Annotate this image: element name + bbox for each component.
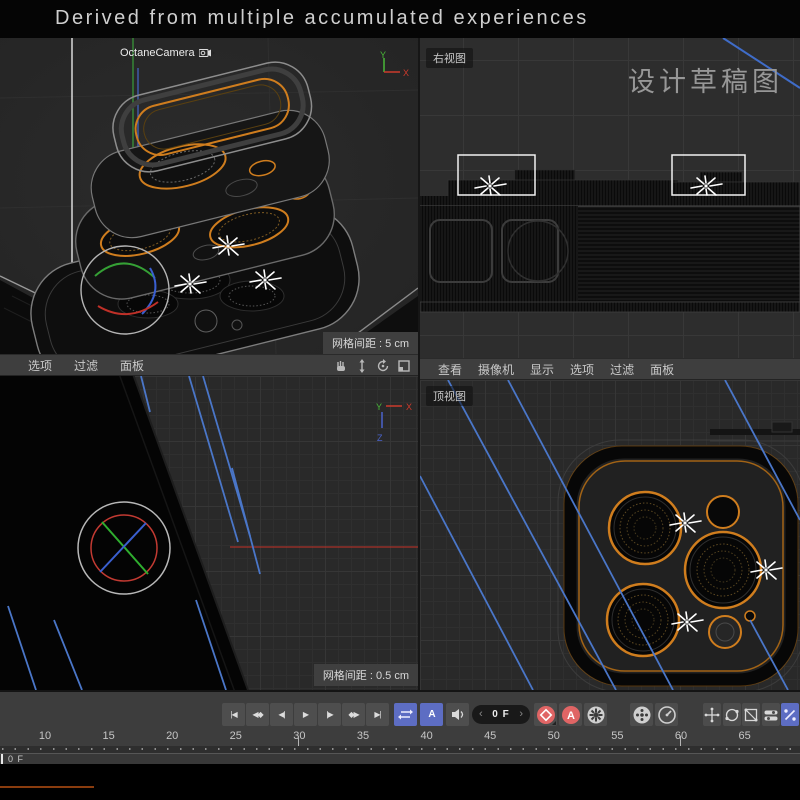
pan-hand-icon[interactable] <box>333 358 349 374</box>
menu-item[interactable]: 面板 <box>120 357 144 374</box>
transport-button[interactable]: |◀ <box>222 703 245 726</box>
loop-playback-button[interactable] <box>394 703 417 726</box>
ruler-number: 60 <box>675 730 687 742</box>
right-viewport-menubar: 查看摄像机显示选项过滤面板 <box>420 358 800 380</box>
ruler-number: 55 <box>611 730 623 742</box>
current-frame-field[interactable]: ‹ 0 F › <box>472 705 530 724</box>
zoom-arrows-icon[interactable] <box>354 358 370 374</box>
menu-item[interactable]: 面板 <box>650 361 674 378</box>
perspective-scene <box>0 38 418 354</box>
playhead[interactable] <box>1 754 3 764</box>
loop-icon <box>398 708 413 721</box>
move-tool-button[interactable] <box>703 703 721 726</box>
viewport-front-view[interactable]: Y X Z 网格间距 : 0.5 cm <box>0 376 418 690</box>
playback-options-button[interactable] <box>655 703 678 726</box>
top-view-scene <box>420 380 800 690</box>
keyframe-selection-button[interactable] <box>584 703 607 726</box>
gauge-icon <box>657 705 676 724</box>
axis-indicator: Y X Z <box>372 394 418 450</box>
autokey-timeline-button[interactable]: A <box>420 703 443 726</box>
flash-ring <box>709 616 741 648</box>
cinema4d-window: { "banner": { "title": "Derived from mul… <box>0 0 800 800</box>
svg-text:A: A <box>567 710 575 722</box>
rotate-tool-button[interactable] <box>723 703 741 726</box>
frame-prev-arrow[interactable]: ‹ <box>479 705 483 724</box>
record-position-button[interactable] <box>630 703 653 726</box>
banner-title: Derived from multiple accumulated experi… <box>55 7 589 30</box>
autokey-icon: A <box>561 705 580 724</box>
ruler-number: 20 <box>166 730 178 742</box>
menu-item[interactable]: 摄像机 <box>478 361 514 378</box>
ruler-number: 15 <box>102 730 114 742</box>
transport-button[interactable]: ▶| <box>366 703 389 726</box>
rotate-icon <box>724 707 739 722</box>
camera-module[interactable] <box>558 440 800 690</box>
menu-item[interactable]: 查看 <box>438 361 462 378</box>
frame-next-arrow[interactable]: › <box>519 705 523 724</box>
svg-text:Y: Y <box>380 50 386 60</box>
frame-zero-bar[interactable]: 0 F <box>0 753 800 764</box>
ruler-number: 40 <box>420 730 432 742</box>
svg-text:X: X <box>403 68 409 78</box>
ruler-number: 50 <box>548 730 560 742</box>
camera-label[interactable]: OctaneCamera <box>120 47 215 59</box>
camera-icon <box>199 47 215 59</box>
lidar-sensor <box>707 496 739 528</box>
record-keyframe-button[interactable] <box>534 703 557 726</box>
ruler-number: 30 <box>293 730 305 742</box>
design-draft-watermark: 设计草稿图 <box>628 60 783 99</box>
menu-item[interactable]: 过滤 <box>74 357 98 374</box>
frame-ticks[interactable] <box>0 746 800 753</box>
ruler-number: 10 <box>39 730 51 742</box>
transport-button[interactable]: ◀◆ <box>246 703 269 726</box>
viewport-top-view[interactable]: 顶视图 <box>420 380 800 690</box>
toggle-sliders-button[interactable] <box>762 703 780 726</box>
transport-button[interactable]: ◆▶ <box>342 703 365 726</box>
viewport-right-view[interactable]: 右视图 设计草稿图 <box>420 38 800 358</box>
transport-button[interactable]: ▶ <box>294 703 317 726</box>
ruler-number: 65 <box>738 730 750 742</box>
ruler-number: 35 <box>357 730 369 742</box>
viewport-perspective[interactable]: OctaneCamera Y X 网格间距 : 5 cm <box>0 38 418 354</box>
ruler-number: 45 <box>484 730 496 742</box>
frame-value: 0 F <box>492 709 509 720</box>
ruler-number: 25 <box>230 730 242 742</box>
sliders-icon <box>763 707 778 722</box>
viewport-name-label[interactable]: 右视图 <box>426 48 473 68</box>
toggle-view-icon[interactable] <box>396 358 412 374</box>
gear-icon <box>586 705 605 724</box>
footer-area <box>0 764 800 800</box>
timeline-bar: DesignDraft |◀◀◆◀|▶|▶◆▶▶| A ‹ 0 F › A <box>0 690 800 728</box>
left-viewport-menubar: 选项 过滤 面板 <box>0 354 418 376</box>
transport-button[interactable]: ◀| <box>270 703 293 726</box>
grid-spacing-label: 网格间距 : 5 cm <box>323 332 418 354</box>
orange-accent-line <box>0 786 94 788</box>
orbit-rotate-icon[interactable] <box>375 358 391 374</box>
frame-zero-label: 0 F <box>8 754 24 764</box>
axis-indicator: Y X <box>372 50 414 84</box>
menu-item[interactable]: 选项 <box>570 361 594 378</box>
autokey-record-button[interactable]: A <box>559 703 582 726</box>
viewport-name-label[interactable]: 顶视图 <box>426 386 473 406</box>
transport-button[interactable]: |▶ <box>318 703 341 726</box>
microphone-hole <box>745 611 755 621</box>
sound-button[interactable] <box>446 703 469 726</box>
move-icon <box>705 707 720 722</box>
menu-item[interactable]: 过滤 <box>610 361 634 378</box>
snap-icon <box>783 707 798 722</box>
svg-text:Z: Z <box>377 433 383 443</box>
menu-item[interactable]: 选项 <box>28 357 52 374</box>
speaker-icon <box>451 708 465 721</box>
snap-toggle-button[interactable] <box>781 703 799 726</box>
top-banner: Derived from multiple accumulated experi… <box>0 0 800 38</box>
menu-item[interactable]: 显示 <box>530 361 554 378</box>
position-dots-icon <box>632 705 651 724</box>
svg-text:X: X <box>406 402 412 412</box>
scale-tool-button[interactable] <box>742 703 760 726</box>
scale-icon <box>744 707 759 722</box>
front-view-scene <box>0 376 418 690</box>
grid-spacing-label: 网格间距 : 0.5 cm <box>314 664 418 686</box>
svg-text:Y: Y <box>376 402 382 412</box>
